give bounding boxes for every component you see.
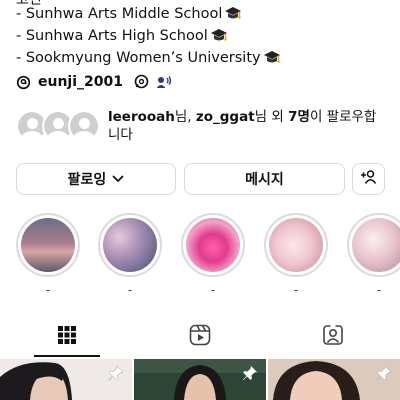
- follower-sep: 님,: [174, 109, 196, 125]
- highlight-label: -: [45, 283, 51, 297]
- thread-bubble-icon: [133, 73, 151, 91]
- highlight-label: -: [293, 283, 299, 297]
- highlight-cover: [186, 218, 240, 272]
- grid-icon: [57, 325, 77, 349]
- highlight-label: -: [127, 283, 133, 297]
- profile-tabs: [0, 318, 400, 358]
- threads-handle: eunji_2001: [38, 74, 123, 90]
- avatar: [68, 110, 100, 142]
- reels-icon: [189, 324, 211, 350]
- graduation-cap-icon: [210, 27, 228, 49]
- reels-tab[interactable]: [167, 318, 233, 356]
- message-label: 메시지: [245, 172, 284, 188]
- post-thumbnail[interactable]: [268, 359, 400, 400]
- suggest-user-button[interactable]: [352, 163, 385, 195]
- mutual-avatars: [16, 110, 100, 144]
- threads-badge[interactable]: eunji_2001: [16, 71, 177, 93]
- graduation-cap-icon: [224, 5, 242, 27]
- voice-icon: [155, 73, 173, 91]
- highlight-item[interactable]: -: [98, 213, 162, 297]
- follower-name: zo_ggat: [195, 109, 255, 125]
- add-person-icon: [360, 169, 378, 189]
- highlight-item[interactable]: -: [264, 213, 328, 297]
- following-label: 팔로잉: [67, 172, 107, 188]
- highlight-cover: [352, 218, 400, 272]
- active-tab-indicator: [34, 355, 100, 357]
- post-thumbnail[interactable]: [134, 359, 266, 400]
- follower-name: leerooah: [108, 109, 175, 125]
- follower-count: 7명: [288, 109, 310, 125]
- profile-bio: - Sunhwa Arts Middle School - Sunhwa Art…: [16, 5, 281, 71]
- bio-line: - Sookmyung Women’s University: [16, 49, 281, 71]
- highlight-cover: [269, 218, 323, 272]
- story-highlights: - - - - -: [16, 213, 400, 303]
- chevron-down-icon: [112, 175, 124, 183]
- posts-grid-tab[interactable]: [34, 318, 100, 356]
- message-button[interactable]: 메시지: [184, 163, 345, 195]
- bio-line-text: - Sunhwa Arts Middle School: [16, 6, 223, 22]
- mutual-followers-text: leerooah님, zo_ggat님 외 7명이 팔로우합니다: [108, 108, 384, 144]
- follower-sep: 님 외: [254, 109, 289, 125]
- highlight-label: -: [210, 283, 216, 297]
- bio-line-text: - Sookmyung Women’s University: [16, 50, 261, 66]
- threads-icon: [16, 75, 31, 90]
- mutual-followers[interactable]: leerooah님, zo_ggat님 외 7명이 팔로우합니다: [16, 108, 386, 146]
- following-button[interactable]: 팔로잉: [16, 163, 176, 195]
- highlight-cover: [103, 218, 157, 272]
- highlight-item[interactable]: -: [181, 213, 245, 297]
- highlight-item[interactable]: -: [16, 213, 80, 297]
- graduation-cap-icon: [263, 49, 281, 71]
- highlight-item[interactable]: -: [347, 213, 400, 297]
- tagged-person-icon: [322, 324, 344, 350]
- bio-line: - Sunhwa Arts Middle School: [16, 5, 281, 27]
- pin-icon: [242, 365, 258, 385]
- highlight-cover: [21, 218, 75, 272]
- post-thumbnail[interactable]: [0, 359, 132, 400]
- bio-line: - Sunhwa Arts High School: [16, 27, 281, 49]
- pin-icon: [376, 365, 392, 385]
- bio-line-text: - Sunhwa Arts High School: [16, 28, 208, 44]
- pin-icon: [108, 365, 124, 385]
- posts-grid: [0, 359, 400, 400]
- highlight-label: -: [376, 283, 382, 297]
- tagged-tab[interactable]: [300, 318, 366, 356]
